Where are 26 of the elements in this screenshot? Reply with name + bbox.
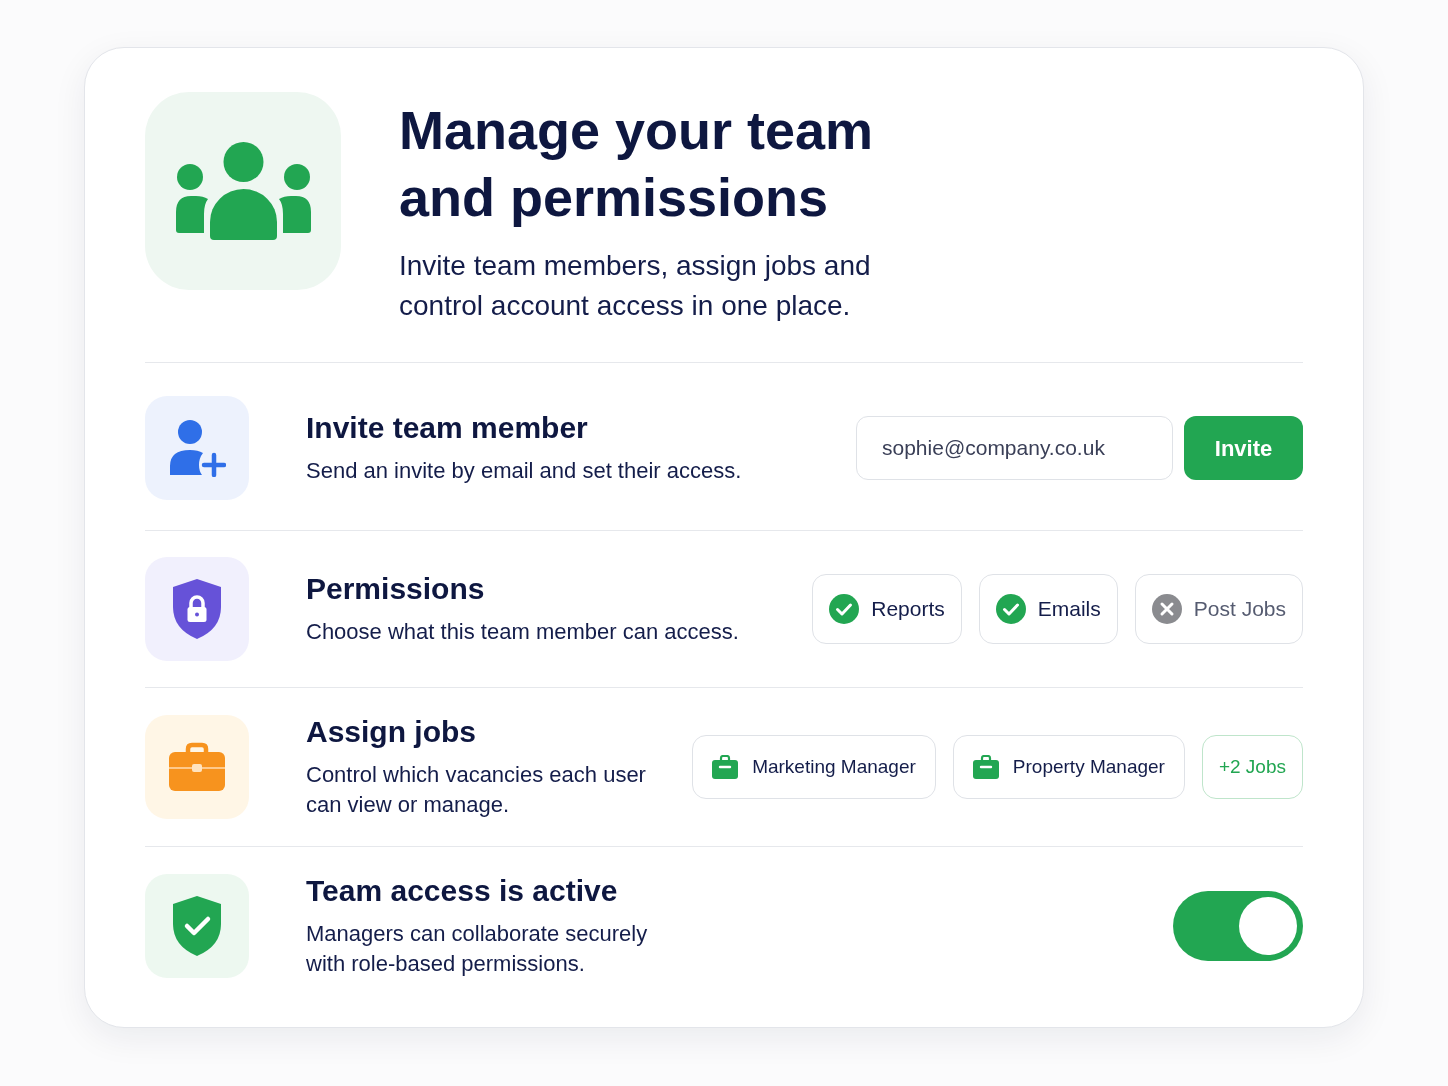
x-circle-icon bbox=[1151, 594, 1182, 624]
permission-toggle[interactable]: Emails bbox=[978, 574, 1118, 644]
people-group-icon bbox=[145, 92, 341, 290]
section-description: Managers can collaborate securely with role-based permissions. bbox=[306, 920, 649, 978]
page-title: Manage your team and permissions bbox=[399, 99, 875, 229]
section-description: Choose what this team member can access. bbox=[306, 618, 740, 646]
email-field[interactable]: sophie@company.co.uk bbox=[856, 416, 1173, 480]
shield-check-icon bbox=[145, 874, 249, 978]
check-circle-icon bbox=[829, 594, 860, 624]
job-chip[interactable]: Property Manager bbox=[952, 735, 1185, 799]
briefcase-icon bbox=[712, 755, 739, 779]
job-chip[interactable]: Marketing Manager bbox=[692, 735, 936, 799]
briefcase-icon bbox=[972, 755, 999, 779]
section-description: Control which vacancies each user can view or manage. bbox=[306, 761, 647, 819]
check-circle-icon bbox=[995, 594, 1026, 624]
section-title: Invite team member bbox=[306, 410, 589, 446]
section-title: Permissions bbox=[306, 571, 486, 607]
permission-toggle[interactable]: Post Jobs bbox=[1134, 574, 1303, 644]
permission-toggle[interactable]: Reports bbox=[812, 574, 962, 644]
shield-lock-icon bbox=[145, 557, 249, 661]
briefcase-icon bbox=[145, 715, 249, 819]
page-subtitle: Invite team members, assign jobs and control account access in one place. bbox=[399, 249, 872, 323]
person-plus-icon bbox=[145, 396, 249, 500]
section-title: Assign jobs bbox=[306, 714, 478, 750]
section-description: Send an invite by email and set their access. bbox=[306, 457, 743, 485]
section-title: Team access is active bbox=[306, 873, 619, 909]
